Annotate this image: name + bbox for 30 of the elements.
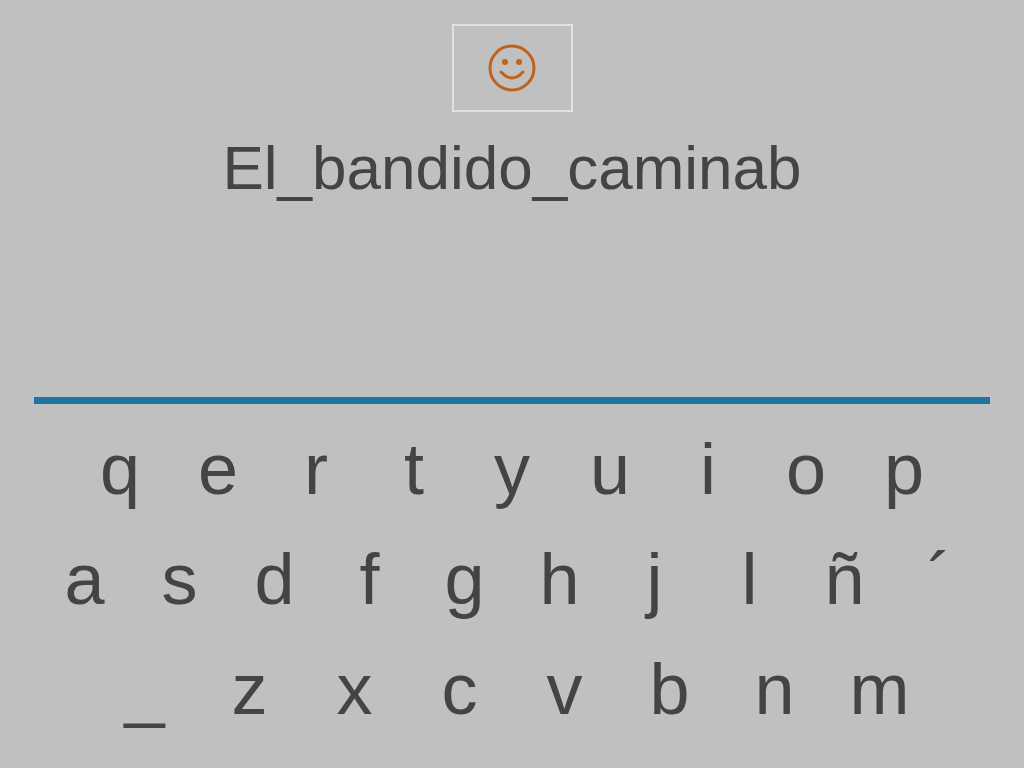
key-button[interactable]: r	[267, 424, 365, 514]
key-button[interactable]: z	[197, 644, 302, 734]
key-button[interactable]: ñ	[797, 534, 892, 624]
key-button[interactable]: j	[607, 534, 702, 624]
key-button[interactable]: f	[322, 534, 417, 624]
key-button[interactable]: q	[71, 424, 169, 514]
key-button[interactable]: _	[92, 644, 197, 734]
key-button[interactable]: p	[855, 424, 953, 514]
key-button[interactable]: ´	[892, 534, 987, 624]
key-button[interactable]: o	[757, 424, 855, 514]
key-button[interactable]: n	[722, 644, 827, 734]
key-button[interactable]: s	[132, 534, 227, 624]
key-button[interactable]: d	[227, 534, 322, 624]
key-button[interactable]: m	[827, 644, 932, 734]
key-button[interactable]: t	[365, 424, 463, 514]
key-button[interactable]: h	[512, 534, 607, 624]
key-button[interactable]: b	[617, 644, 722, 734]
key-button[interactable]: c	[407, 644, 512, 734]
answer-text: El_bandido_caminab	[222, 132, 802, 204]
key-button[interactable]: g	[417, 534, 512, 624]
key-button[interactable]: v	[512, 644, 617, 734]
key-button[interactable]: l	[702, 534, 797, 624]
key-button[interactable]: e	[169, 424, 267, 514]
smiley-button[interactable]	[451, 24, 573, 112]
key-button[interactable]: a	[37, 534, 132, 624]
key-button[interactable]: x	[302, 644, 407, 734]
key-button[interactable]: y	[463, 424, 561, 514]
key-button[interactable]: u	[561, 424, 659, 514]
smiley-icon	[487, 43, 537, 93]
key-button[interactable]: i	[659, 424, 757, 514]
